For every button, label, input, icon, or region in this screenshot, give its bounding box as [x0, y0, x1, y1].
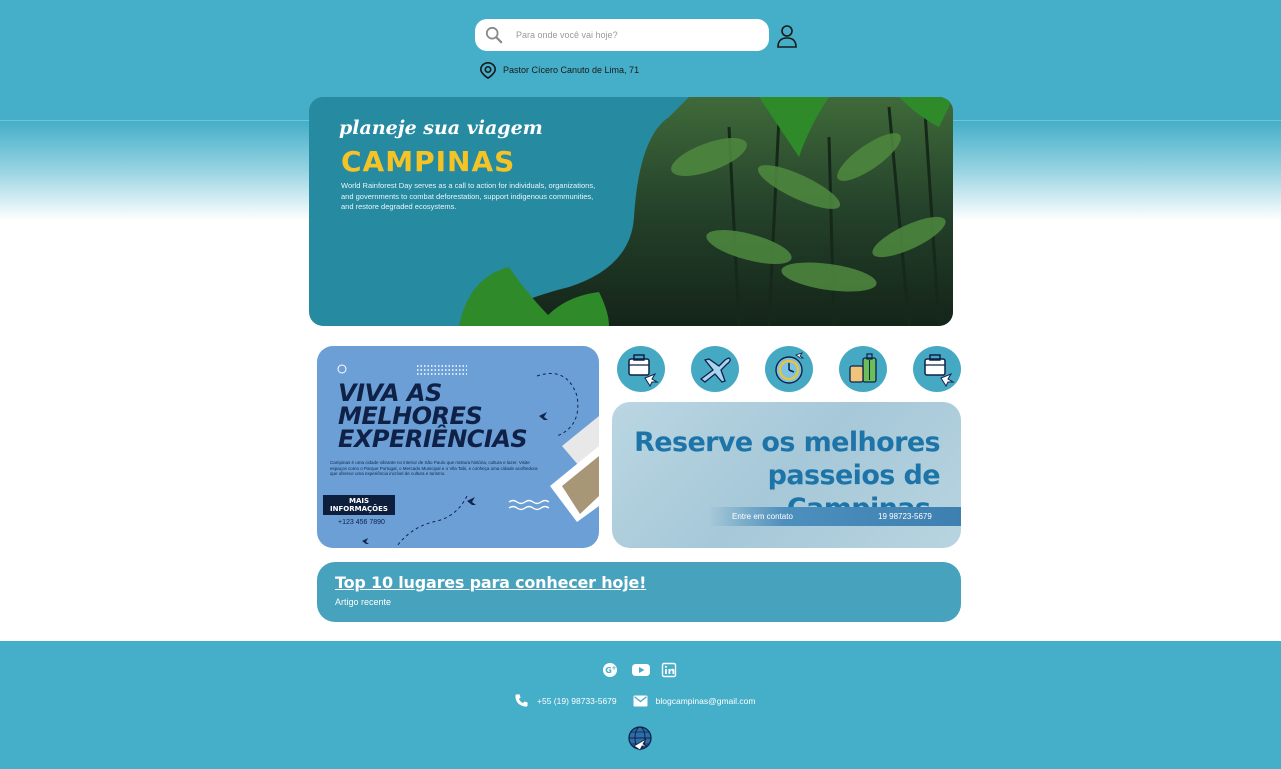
phone-icon [515, 694, 528, 707]
article-card[interactable]: Top 10 lugares para conhecer hoje! Artig… [317, 562, 961, 622]
luggage-plane-icon[interactable] [617, 346, 665, 392]
linkedin-icon[interactable] [661, 662, 677, 678]
promo-card: VIVA AS MELHORES EXPERIÊNCIAS Campinas é… [317, 346, 599, 548]
more-info-label: MAIS [348, 497, 370, 505]
luggage-plane-icon[interactable] [913, 346, 961, 392]
email-icon [633, 695, 648, 706]
youtube-icon[interactable] [631, 662, 651, 678]
more-info-button[interactable]: MAIS INFORMAÇÕES [323, 495, 395, 515]
airplane-icon[interactable] [691, 346, 739, 392]
suitcases-icon[interactable] [839, 346, 887, 392]
reserve-card: Reserve os melhores passeios de Campinas… [612, 402, 961, 548]
promo-text: Campinas é uma cidade vibrante no interi… [330, 460, 538, 476]
search-icon [485, 26, 503, 44]
footer: G + +55 (19) 98733-5679 blogcampinas@gma… [0, 641, 1281, 769]
google-plus-icon[interactable]: G + [602, 662, 620, 678]
globe-plane-logo-icon [628, 726, 652, 751]
footer-contact: +55 (19) 98733-5679 blogcampinas@gmail.c… [514, 693, 755, 708]
promo-phone: +123 456 7890 [338, 519, 385, 526]
reserve-contact-bar: Entre em contato 19 98723-5679 [708, 507, 961, 526]
map-pin-icon [479, 61, 497, 79]
reserve-title-line: Reserve os melhores [634, 427, 941, 458]
footer-email[interactable]: blogcampinas@gmail.com [656, 696, 756, 706]
user-icon[interactable] [776, 24, 798, 48]
hero-banner: planeje sua viagem CAMPINAS World Rainfo… [309, 97, 953, 326]
promo-title-line: EXPERIÊNCIAS [338, 425, 528, 453]
hero-tagline: planeje sua viagem [339, 117, 543, 139]
article-title[interactable]: Top 10 lugares para conhecer hoje! [335, 573, 646, 592]
svg-text:+: + [612, 665, 617, 672]
search-input[interactable] [516, 30, 756, 40]
contact-link[interactable]: Entre em contato [732, 512, 793, 521]
clock-compass-icon[interactable] [765, 346, 813, 392]
reserve-phone: 19 98723-5679 [878, 512, 932, 521]
footer-phone: +55 (19) 98733-5679 [537, 695, 617, 706]
article-subtitle: Artigo recente [335, 597, 392, 607]
location-row[interactable]: Pastor Cícero Canuto de Lima, 71 [479, 61, 639, 79]
location-address: Pastor Cícero Canuto de Lima, 71 [503, 65, 640, 75]
hero-description: World Rainforest Day serves as a call to… [341, 181, 596, 211]
hero-title: CAMPINAS [341, 145, 516, 178]
more-info-label: INFORMAÇÕES [330, 505, 388, 513]
promo-title: VIVA AS MELHORES EXPERIÊNCIAS [338, 381, 558, 453]
search-bar[interactable] [475, 19, 769, 51]
